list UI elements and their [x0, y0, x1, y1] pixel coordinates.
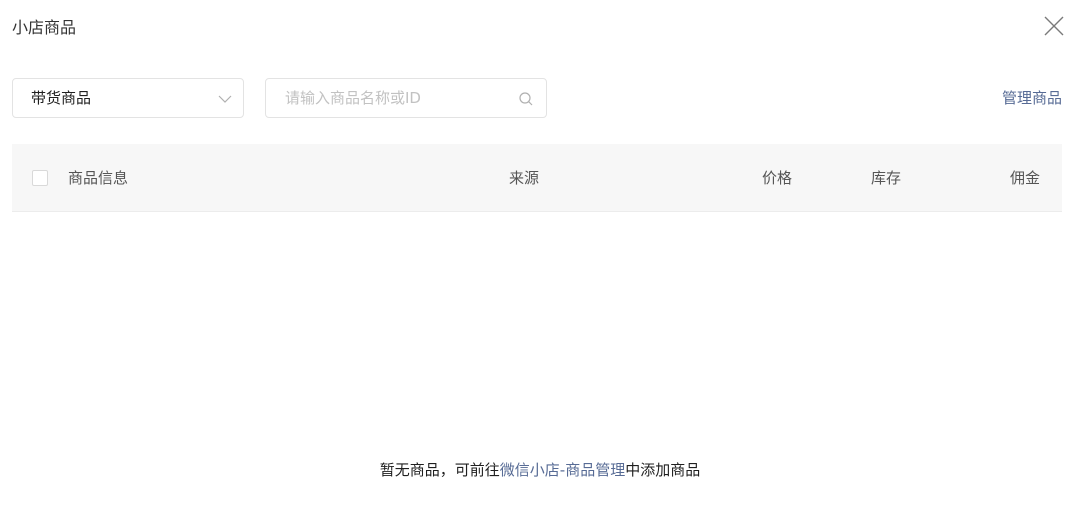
manage-products-link[interactable]: 管理商品 [1002, 88, 1062, 108]
search-icon[interactable] [518, 91, 534, 107]
empty-state: 暂无商品，可前往微信小店-商品管理中添加商品 [0, 460, 1080, 480]
product-type-value: 带货商品 [31, 89, 92, 107]
toolbar: 带货商品 管理商品 [12, 78, 1062, 120]
select-all-checkbox[interactable] [32, 170, 48, 186]
empty-state-prefix: 暂无商品，可前往 [379, 461, 500, 479]
close-icon [1044, 16, 1064, 36]
shop-product-management-link[interactable]: 微信小店-商品管理 [500, 461, 625, 479]
column-header-info: 商品信息 [68, 169, 129, 187]
product-type-select[interactable]: 带货商品 [12, 78, 244, 118]
column-header-price: 价格 [762, 169, 793, 187]
search-box [265, 78, 547, 118]
column-header-source: 来源 [509, 169, 540, 187]
chevron-down-icon [218, 95, 232, 103]
dialog-title: 小店商品 [12, 18, 77, 37]
column-header-commission: 佣金 [1010, 169, 1041, 187]
close-button[interactable] [1042, 14, 1066, 38]
search-input[interactable] [266, 79, 506, 117]
product-dialog: 小店商品 带货商品 管理商品 商品信息 来源 价格 库存 佣金 暂无 [0, 0, 1080, 525]
column-header-stock: 库存 [871, 169, 902, 187]
empty-state-suffix: 中添加商品 [625, 461, 701, 479]
table-header: 商品信息 来源 价格 库存 佣金 [12, 144, 1062, 212]
